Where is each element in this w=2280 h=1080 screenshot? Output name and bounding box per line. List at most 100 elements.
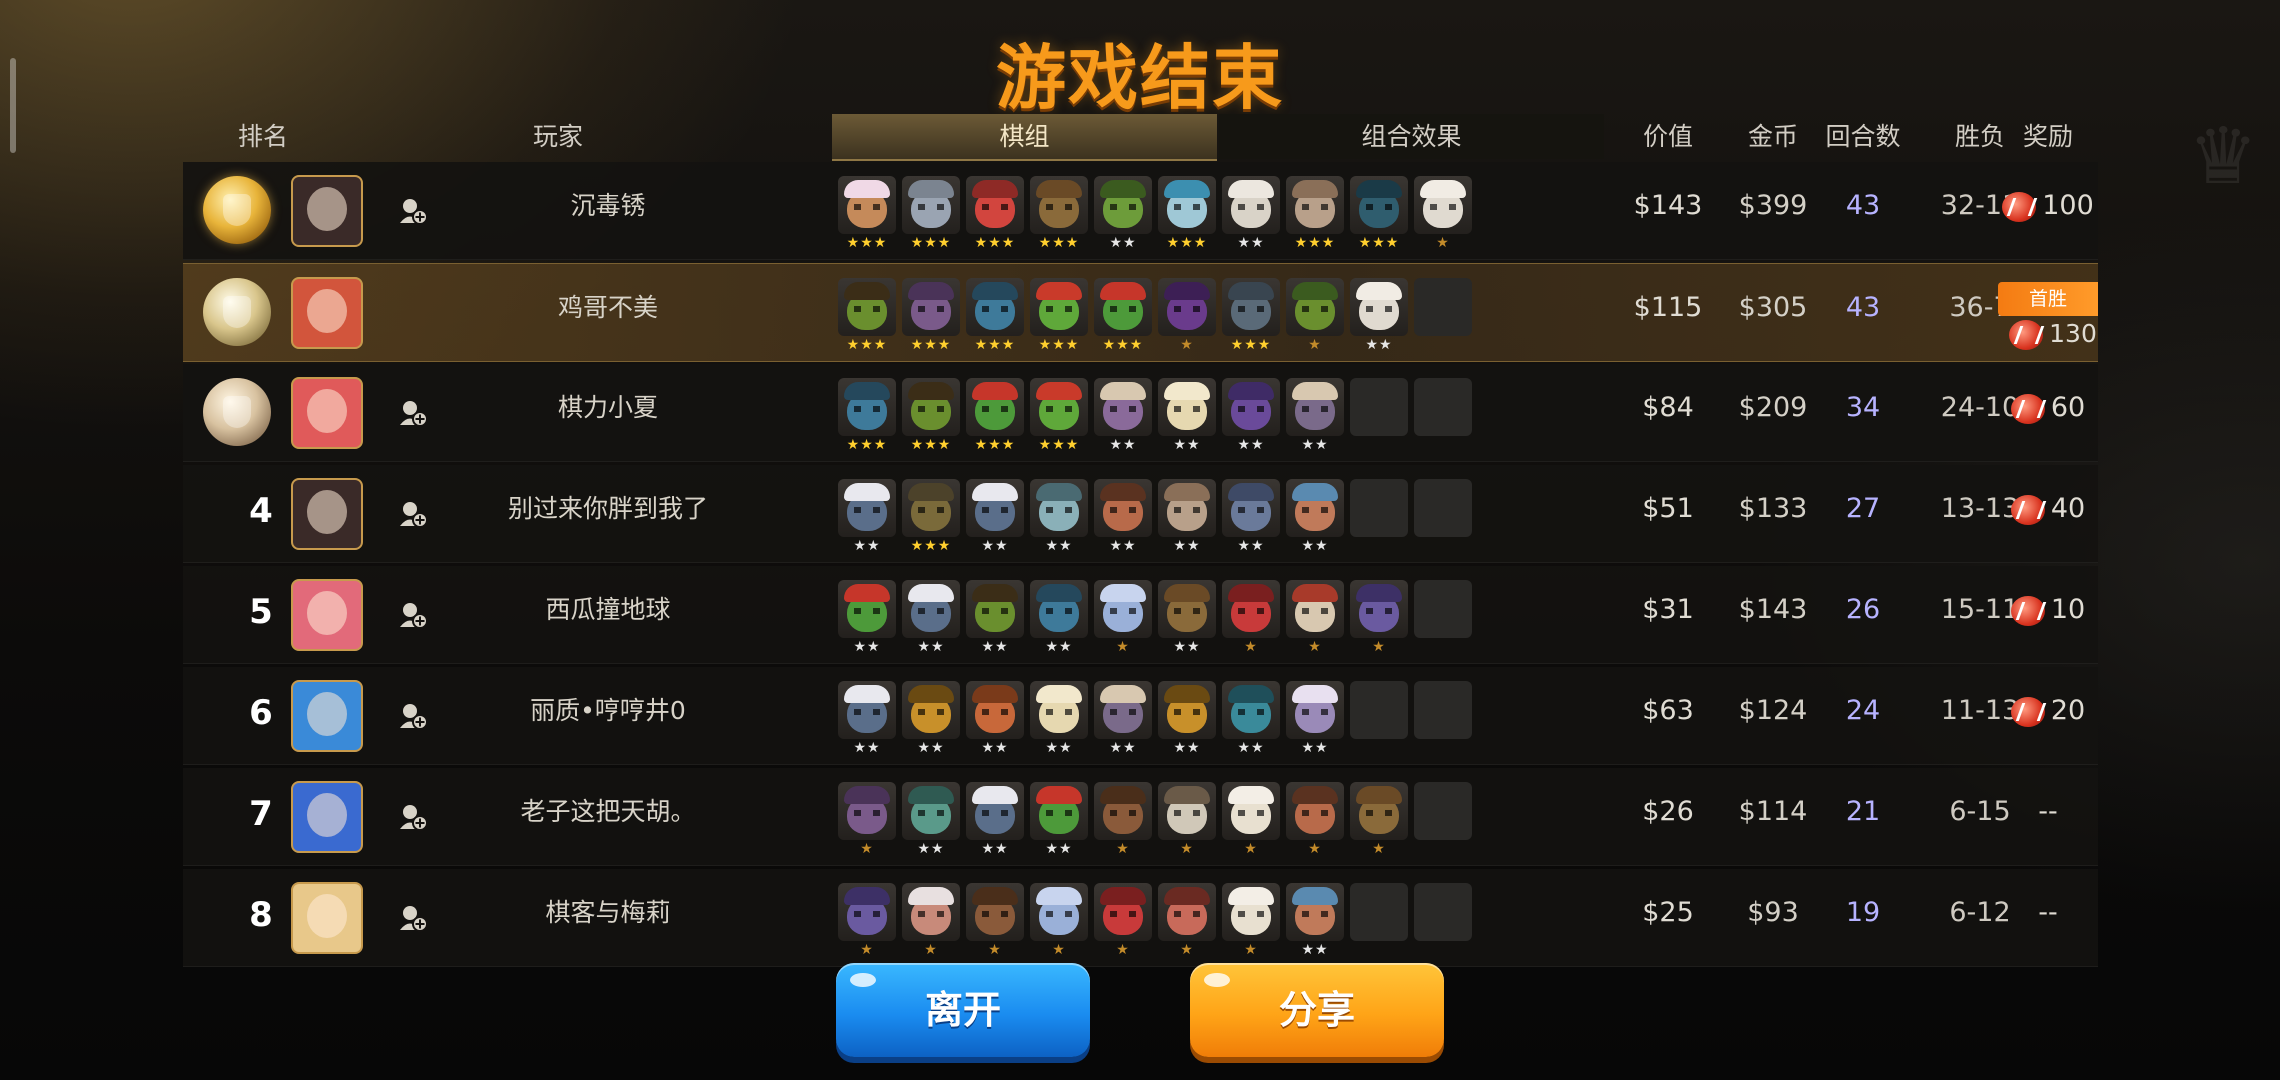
chess-piece-icon[interactable] [1158,681,1216,739]
chess-piece-icon[interactable] [966,681,1024,739]
chess-piece-icon[interactable] [1158,278,1216,336]
star-level: ★★ [1045,841,1073,857]
chess-piece-icon[interactable] [1222,378,1280,436]
chess-piece-icon[interactable] [966,378,1024,436]
avatar[interactable] [291,680,363,752]
chess-piece-icon[interactable] [1222,580,1280,638]
chess-piece-icon[interactable] [1158,479,1216,537]
tab-lineup[interactable]: 棋组 [832,114,1217,161]
chess-piece-icon[interactable] [1158,176,1216,234]
chess-piece-icon[interactable] [1414,176,1472,234]
add-friend-icon[interactable] [398,903,428,933]
chess-piece-icon[interactable] [1286,378,1344,436]
chess-piece-icon[interactable] [1286,479,1344,537]
chess-piece-icon[interactable] [902,883,960,941]
chess-piece-icon[interactable] [1158,782,1216,840]
chess-piece-icon[interactable] [1286,278,1344,336]
add-friend-icon[interactable] [398,701,428,731]
chess-piece-icon[interactable] [966,176,1024,234]
chess-piece-icon[interactable] [1158,580,1216,638]
avatar[interactable] [291,781,363,853]
chess-piece-icon[interactable] [1222,176,1280,234]
chess-piece-icon[interactable] [838,580,896,638]
chess-piece-icon[interactable] [1286,782,1344,840]
chess-piece-icon[interactable] [966,782,1024,840]
chess-piece-icon[interactable] [902,681,960,739]
add-friend-icon[interactable] [398,398,428,428]
chess-piece-icon[interactable] [1030,782,1088,840]
add-friend-icon[interactable] [398,600,428,630]
chess-piece-icon[interactable] [1094,278,1152,336]
player-row[interactable]: 7 老子这把天胡。 ★ ★★ ★★ ★★ ★ ★ ★ ★ ★ $26 $114 21 6-15 -- [183,768,2098,866]
tab-synergy[interactable]: 组合效果 [1219,114,1604,159]
avatar[interactable] [291,277,363,349]
chess-piece-icon[interactable] [1350,782,1408,840]
chess-piece-icon[interactable] [902,176,960,234]
chess-piece-icon[interactable] [1094,378,1152,436]
chess-piece-icon[interactable] [902,479,960,537]
chess-piece-icon[interactable] [1222,681,1280,739]
star-level: ★★ [1237,538,1265,554]
chess-piece-icon[interactable] [1094,580,1152,638]
chess-piece-icon[interactable] [1030,378,1088,436]
chess-piece-icon[interactable] [1094,479,1152,537]
player-row[interactable]: 棋力小夏 ★★★ ★★★ ★★★ ★★★ ★★ ★★ ★★ ★★ $84 $209 34 24-10 60 [183,364,2098,462]
chess-piece-icon[interactable] [838,479,896,537]
add-friend-icon[interactable] [398,196,428,226]
chess-piece-icon[interactable] [1158,883,1216,941]
chess-piece-icon[interactable] [1222,479,1280,537]
star-level: ★★ [1301,437,1329,453]
chess-piece-icon[interactable] [1030,278,1088,336]
avatar[interactable] [291,579,363,651]
chess-piece-icon[interactable] [838,278,896,336]
avatar[interactable] [291,882,363,954]
piece-eyes [982,810,1008,816]
player-row[interactable]: 8 棋客与梅莉 ★ ★ ★ ★ ★ ★ ★ ★★ $25 $93 19 6-12 -- [183,869,2098,967]
chess-piece-icon[interactable] [1350,278,1408,336]
chess-piece-icon[interactable] [902,378,960,436]
chess-piece-icon[interactable] [1286,580,1344,638]
chess-piece-icon[interactable] [1094,681,1152,739]
avatar[interactable] [291,377,363,449]
chess-piece-icon[interactable] [1222,782,1280,840]
chess-piece-icon[interactable] [1030,681,1088,739]
chess-piece-icon[interactable] [838,883,896,941]
chess-piece-icon[interactable] [1222,278,1280,336]
chess-piece-icon[interactable] [1030,580,1088,638]
chess-piece-icon[interactable] [1094,176,1152,234]
chess-piece-icon[interactable] [1158,378,1216,436]
add-friend-icon[interactable] [398,802,428,832]
chess-piece-icon[interactable] [1286,681,1344,739]
chess-piece-icon[interactable] [838,681,896,739]
chess-piece-icon[interactable] [1030,883,1088,941]
player-row[interactable]: 4 别过来你胖到我了 ★★ ★★★ ★★ ★★ ★★ ★★ ★★ ★★ $51 $133 27 13-13… [183,465,2098,563]
player-row[interactable]: 5 西瓜撞地球 ★★ ★★ ★★ ★★ ★ ★★ ★ ★ ★ $31 $143 26 15-11 10 [183,566,2098,664]
leave-button[interactable]: 离开 [836,963,1090,1057]
chess-piece-icon[interactable] [1286,176,1344,234]
chess-piece-icon[interactable] [902,278,960,336]
avatar[interactable] [291,478,363,550]
chess-piece-icon[interactable] [966,580,1024,638]
player-row[interactable]: 鸡哥不美 ★★★ ★★★ ★★★ ★★★ ★★★ ★ ★★★ ★ ★★ $115 $305 43 36-7… [183,263,2098,362]
chess-piece-icon[interactable] [1350,176,1408,234]
player-row[interactable]: 沉毒锈 ★★★ ★★★ ★★★ ★★★ ★★ ★★★ ★★ ★★★ ★★★ ★ $143 $399 43 3… [183,162,2098,260]
chess-piece-icon[interactable] [966,883,1024,941]
chess-piece-icon[interactable] [838,176,896,234]
chess-piece-icon[interactable] [1030,479,1088,537]
chess-piece-icon[interactable] [838,378,896,436]
avatar[interactable] [291,175,363,247]
add-friend-icon[interactable] [398,499,428,529]
chess-piece-icon[interactable] [1094,883,1152,941]
player-row[interactable]: 6 丽质•哼哼井0 ★★ ★★ ★★ ★★ ★★ ★★ ★★ ★★ $63 $124 24 11-13 20 [183,667,2098,765]
chess-piece-icon[interactable] [966,479,1024,537]
chess-piece-icon[interactable] [838,782,896,840]
chess-piece-icon[interactable] [966,278,1024,336]
share-button[interactable]: 分享 [1190,963,1444,1057]
chess-piece-icon[interactable] [1286,883,1344,941]
chess-piece-icon[interactable] [902,782,960,840]
chess-piece-icon[interactable] [902,580,960,638]
chess-piece-icon[interactable] [1030,176,1088,234]
chess-piece-icon[interactable] [1222,883,1280,941]
chess-piece-icon[interactable] [1350,580,1408,638]
chess-piece-icon[interactable] [1094,782,1152,840]
